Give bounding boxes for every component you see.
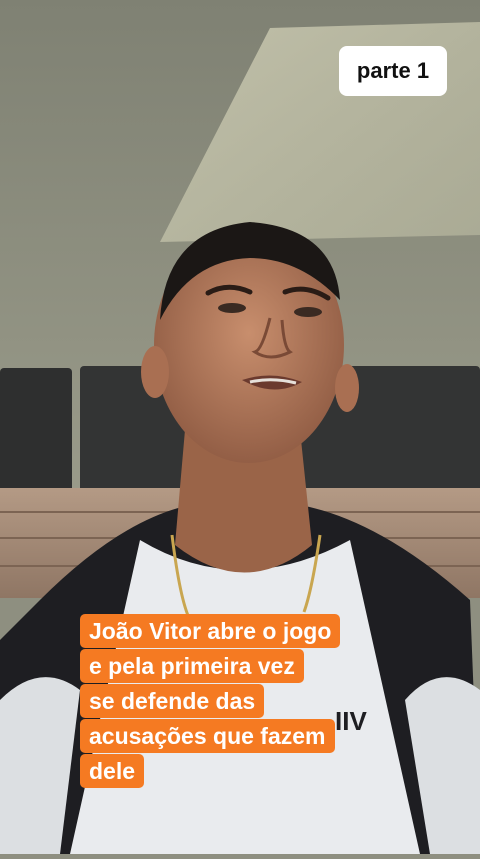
part-badge: parte 1 xyxy=(339,46,447,96)
eye-left xyxy=(218,303,246,313)
caption-line: dele xyxy=(80,754,145,788)
caption-line: se defende das xyxy=(80,684,265,718)
eye-right xyxy=(294,307,322,317)
caption-line: João Vitor abre o jogo xyxy=(80,614,341,648)
ear-left xyxy=(141,346,169,398)
ear-right xyxy=(335,364,359,412)
caption-line: acusações que fazem xyxy=(80,719,335,753)
caption-line: e pela primeira vez xyxy=(80,649,304,683)
caption-box: João Vitor abre o jogo e pela primeira v… xyxy=(80,614,400,789)
cushion-left xyxy=(0,368,72,492)
